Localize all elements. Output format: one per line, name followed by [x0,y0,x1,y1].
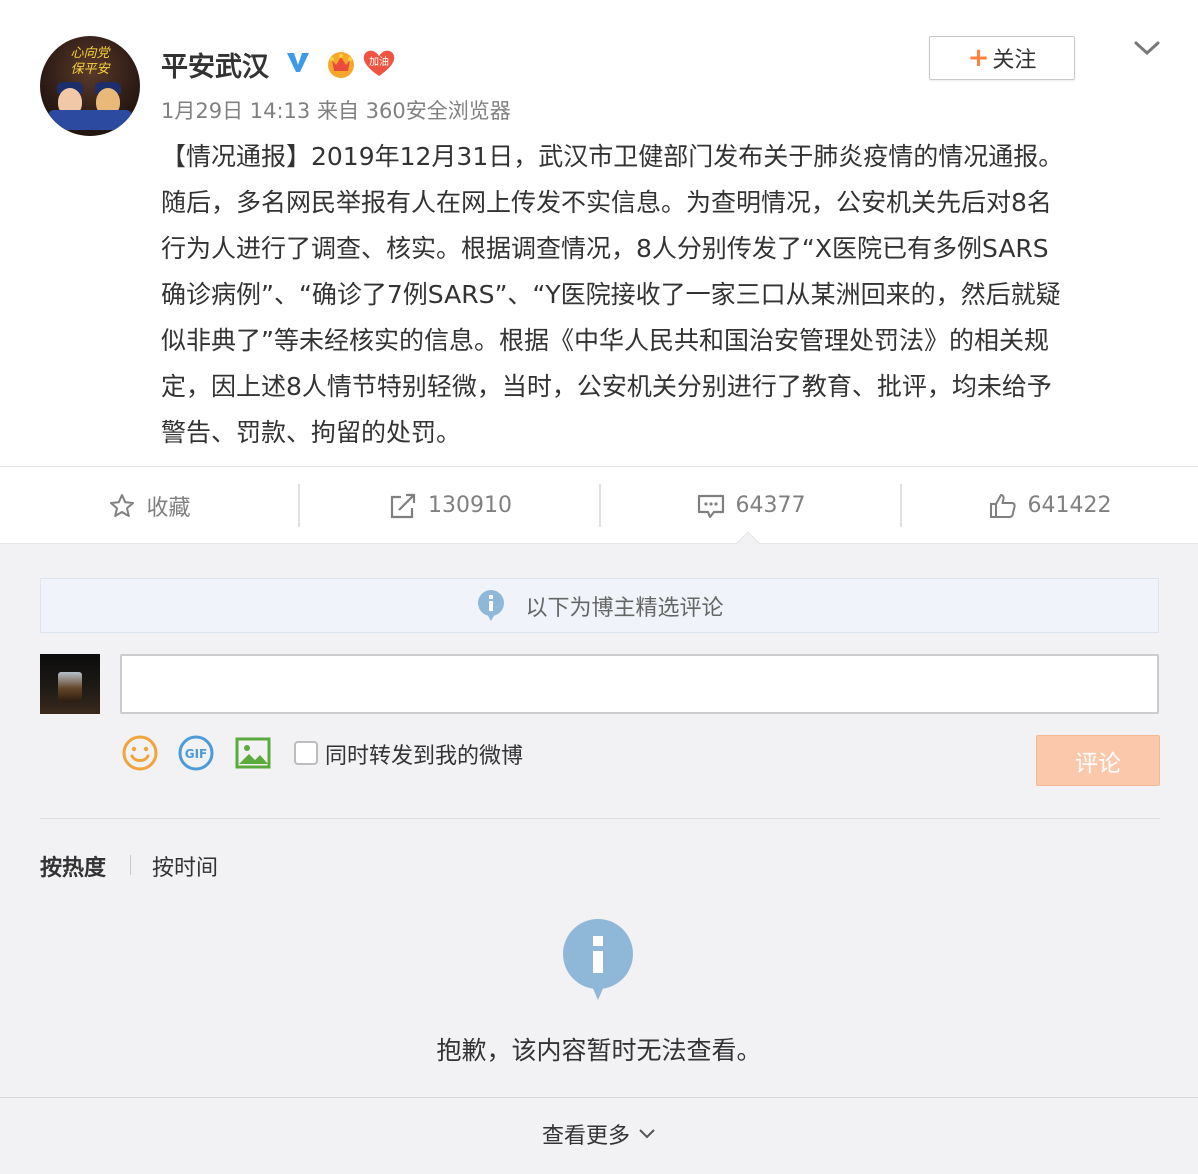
repost-checkbox[interactable] [294,741,318,765]
repost-checkbox-label[interactable]: 同时转发到我的微博 [325,738,523,770]
post-body-line: 行为人进行了调查、核实。根据调查情况，8人分别传发了“X医院已有多例SARS [161,234,1049,263]
notice-text: 以下为博主精选评论 [525,595,724,621]
comment-section: 以下为博主精选评论 GIF 同时转发到我的微博 评论 按热度 按时间 抱歉，该内… [0,543,1198,1174]
gif-icon[interactable]: GIF [177,734,215,772]
submit-comment-button[interactable]: 评论 [1036,735,1160,786]
chevron-down-icon [639,1129,655,1139]
post-meta: 1月29日 14:13 来自 360安全浏览器 [161,95,511,125]
verified-v-icon[interactable] [284,48,312,76]
jiayou-text: 加油 [369,55,389,68]
source-prefix: 来自 [316,99,359,123]
selected-comments-notice: 以下为博主精选评论 [40,578,1159,633]
favorite-button[interactable]: 收藏 [0,467,299,544]
post-body: 【情况通报】2019年12月31日，武汉市卫健部门发布关于肺炎疫情的情况通报。 … [161,134,1161,456]
action-divider [900,484,902,527]
weibo-post: 心向党 保平安 平安武汉 加油 + 关注 1月29日 14:13 来自 360安… [0,0,1198,466]
poster-username[interactable]: 平安武汉 [161,45,269,84]
footer-divider [0,1097,1198,1098]
view-more-label: 查看更多 [541,1124,630,1149]
avatar-motto-line2: 保平安 [70,62,110,77]
post-body-line: 确诊病例”、“确诊了7例SARS”、“Y医院接收了一家三口从某洲回来的，然后就疑 [161,280,1061,309]
action-divider [599,484,601,527]
sort-by-hot-tab[interactable]: 按热度 [40,850,106,882]
avatar-motto: 心向党 保平安 [40,46,140,78]
comment-input[interactable] [120,654,1159,714]
heart-shape: 加油 [363,50,395,76]
like-count: 641422 [1027,493,1112,518]
svg-text:GIF: GIF [185,747,208,761]
like-button[interactable]: 641422 [901,467,1198,544]
plus-icon: + [967,43,990,73]
sort-separator [130,855,131,875]
chevron-down-icon[interactable] [1132,38,1162,58]
post-body-line: 定，因上述8人情节特别轻微，当时，公安机关分别进行了教育、批评，均未给予 [161,372,1052,401]
post-timestamp[interactable]: 1月29日 14:13 [161,99,310,123]
speech-bubble-icon [697,494,724,518]
post-source[interactable]: 360安全浏览器 [366,99,511,123]
info-icon [563,919,633,1000]
follow-button[interactable]: + 关注 [929,36,1075,80]
avatar-glass-image [58,672,82,702]
action-divider [298,484,300,527]
picture-icon[interactable] [234,734,272,772]
unavailable-message: 抱歉，该内容暂时无法查看。 [436,1036,762,1065]
thumbs-up-icon [989,493,1016,518]
star-icon [110,493,135,517]
sort-by-time-tab[interactable]: 按时间 [152,850,218,882]
view-more-link[interactable]: 查看更多 [0,1118,1198,1150]
follow-label: 关注 [992,48,1037,73]
comment-count: 64377 [735,493,806,518]
favorite-label: 收藏 [146,495,191,521]
current-user-avatar[interactable] [40,654,100,714]
post-body-line: 警告、罚款、拘留的处罚。 [161,418,462,447]
smiley-icon[interactable] [121,734,159,772]
avatar-uniform [48,110,132,130]
share-arrow-icon [390,493,416,518]
crown-vip-icon[interactable] [325,48,357,80]
info-icon [478,589,505,621]
section-divider [40,818,1160,819]
post-body-line: 随后，多名网民举报有人在网上传发不实信息。为查明情况，公安机关先后对8名 [161,188,1052,217]
heart-jiayou-icon[interactable]: 加油 [362,48,396,78]
post-body-line: 【情况通报】2019年12月31日，武汉市卫健部门发布关于肺炎疫情的情况通报。 [161,142,1064,171]
repost-count: 130910 [428,493,512,518]
repost-button[interactable]: 130910 [300,467,600,544]
poster-avatar[interactable]: 心向党 保平安 [40,36,140,136]
avatar-motto-line1: 心向党 [70,46,110,61]
active-tab-pointer [736,532,760,544]
post-body-line: 似非典了”等未经核实的信息。根据《中华人民共和国治安管理处罚法》的相关规 [161,326,1049,355]
